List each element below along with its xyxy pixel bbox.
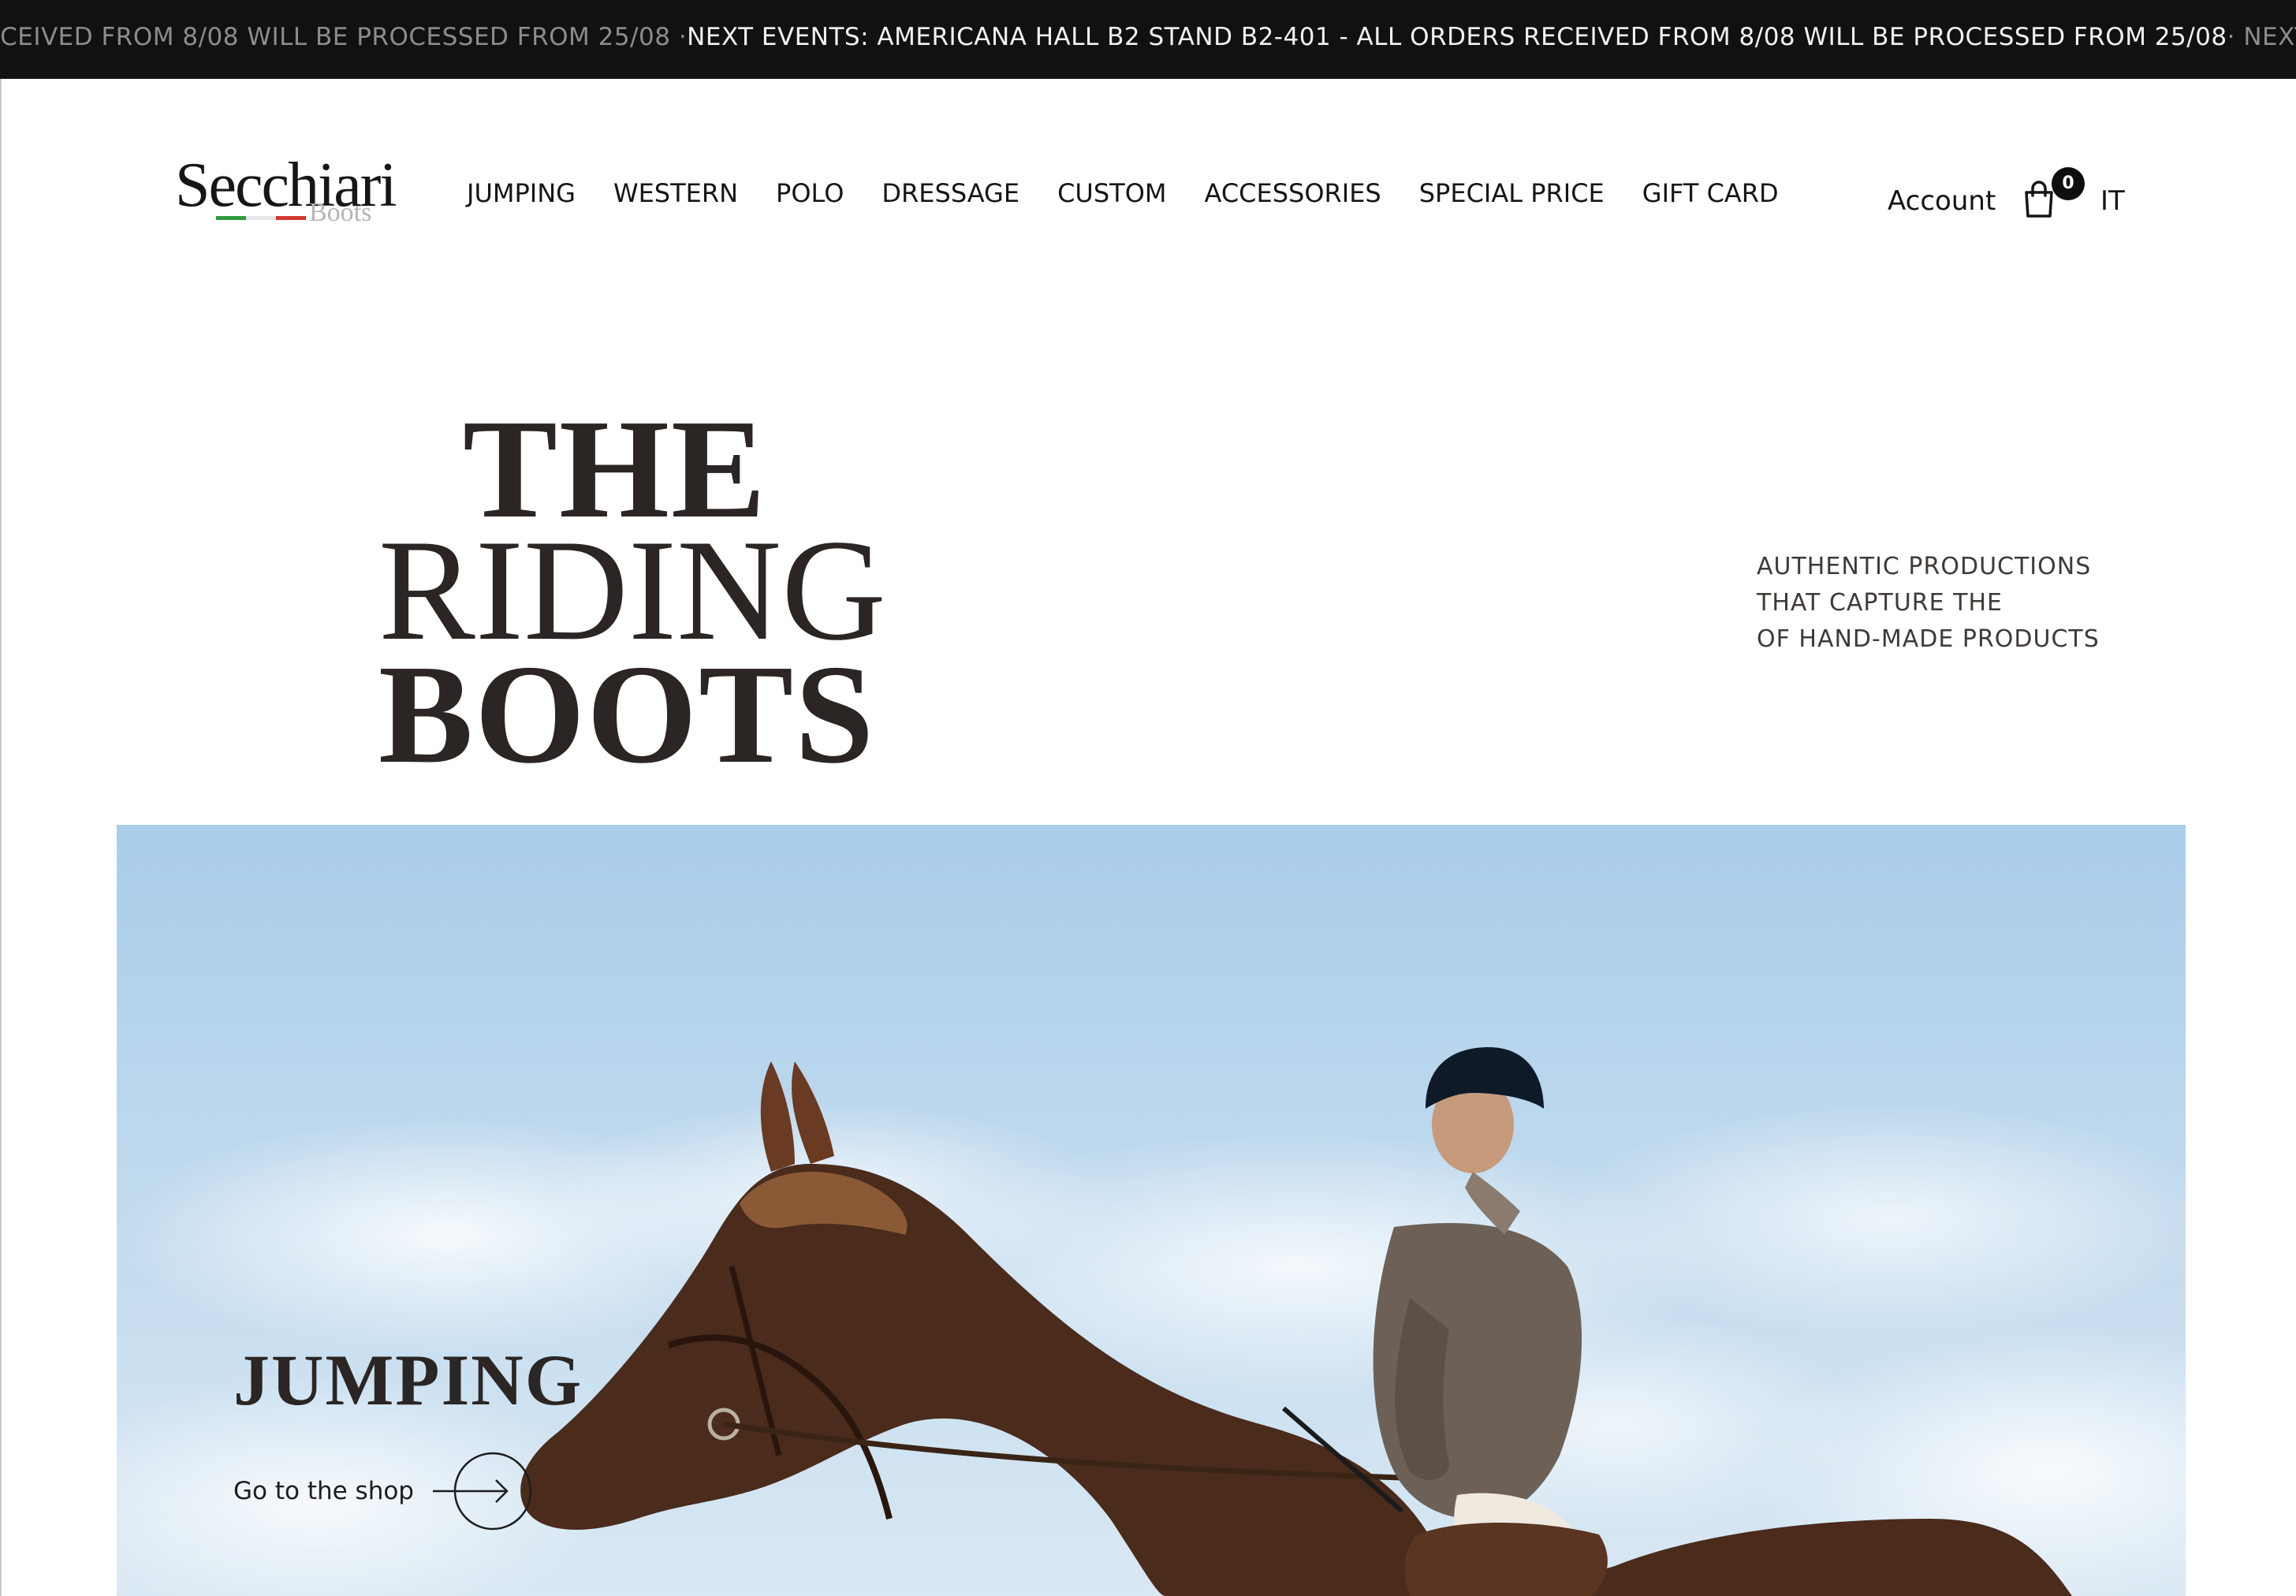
nav-item-dressage[interactable]: DRESSAGE [882, 175, 1019, 211]
page-edge-divider [0, 79, 2, 1596]
arrow-right-circle-icon [430, 1451, 534, 1531]
account-link[interactable]: Account [1888, 183, 1996, 219]
hero-title-line3: BOOTS [378, 636, 876, 792]
announcement-bar: ECEIVED FROM 8/08 WILL BE PROCESSED FROM… [0, 0, 2296, 79]
hero-title-line2: RIDING [378, 509, 886, 670]
nav-item-custom[interactable]: CUSTOM [1057, 175, 1166, 211]
announcement-text-prev: ECEIVED FROM 8/08 WILL BE PROCESSED FROM… [0, 23, 688, 51]
nav-item-western[interactable]: WESTERN [613, 175, 738, 211]
nav-item-jumping[interactable]: JUMPING [467, 175, 576, 211]
flag-white [246, 216, 276, 220]
cart-count-badge: 0 [2052, 167, 2085, 200]
announcement-text: NEXT EVENTS: AMERICANA HALL B2 STAND B2-… [687, 23, 2227, 51]
nav-item-gift-card[interactable]: GIFT CARD [1642, 175, 1779, 211]
hero-title: THE RIDING BOOTS [378, 398, 886, 792]
section-title-jumping: JUMPING [233, 1340, 583, 1420]
flag-red [276, 216, 306, 220]
tagline-line: OF HAND-MADE PRODUCTS [1757, 625, 2100, 653]
nav-item-accessories[interactable]: ACCESSORIES [1204, 175, 1381, 211]
language-switch[interactable]: IT [2100, 183, 2125, 219]
hero-tagline: AUTHENTIC PRODUCTIONS THAT CAPTURE THE O… [1757, 549, 2100, 658]
tagline-line: THAT CAPTURE THE [1757, 589, 2003, 617]
main-nav: JUMPING WESTERN POLO DRESSAGE CUSTOM ACC… [467, 175, 1817, 211]
flag-green [216, 216, 246, 220]
go-to-shop-label: Go to the shop [233, 1477, 414, 1505]
nav-item-special-price[interactable]: SPECIAL PRICE [1419, 175, 1605, 211]
go-to-shop-link[interactable]: Go to the shop [233, 1451, 534, 1531]
announcement-marquee: ECEIVED FROM 8/08 WILL BE PROCESSED FROM… [0, 0, 2296, 79]
brand-logo[interactable]: Secchiari Boots [175, 151, 397, 230]
italian-flag-stripe [216, 216, 306, 220]
tagline-line: AUTHENTIC PRODUCTIONS [1757, 553, 2092, 580]
announcement-text-next: · NEXT E [2227, 23, 2296, 51]
logo-subtitle: Boots [309, 198, 372, 227]
nav-item-polo[interactable]: POLO [776, 175, 844, 211]
